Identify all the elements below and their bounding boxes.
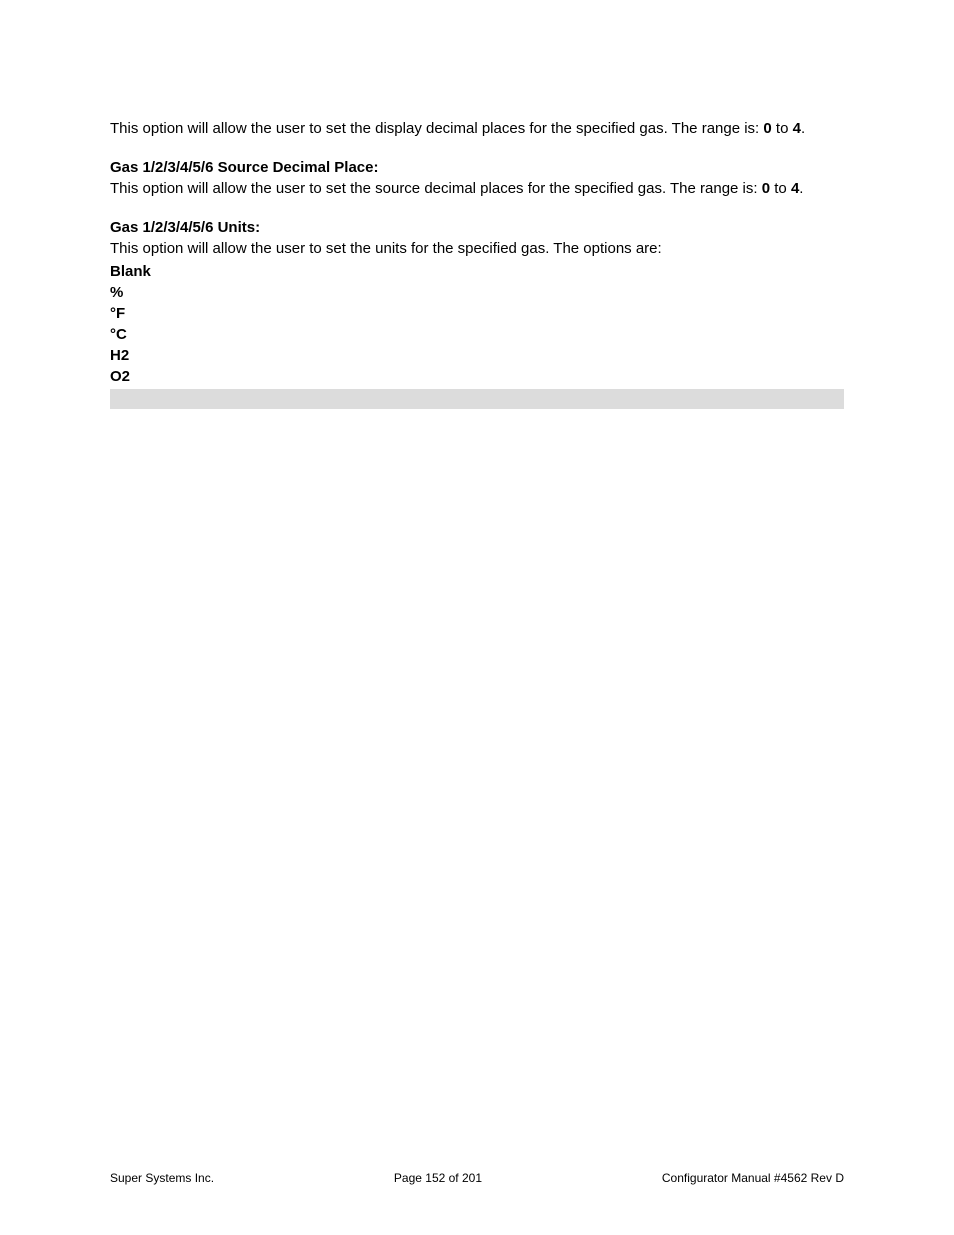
range-min-value: 0 — [763, 120, 771, 137]
footer-company: Super Systems Inc. — [110, 1171, 214, 1185]
range-min-value: 0 — [762, 180, 770, 197]
unit-option-fahrenheit: °F — [110, 303, 844, 324]
source-decimal-paragraph: This option will allow the user to set t… — [110, 178, 844, 199]
period: . — [801, 120, 805, 137]
footer-manual-ref: Configurator Manual #4562 Rev D — [662, 1171, 844, 1185]
range-to: to — [770, 180, 791, 197]
page-footer: Super Systems Inc. Page 152 of 201 Confi… — [110, 1171, 844, 1185]
units-heading: Gas 1/2/3/4/5/6 Units: — [110, 217, 844, 238]
footer-page-number: Page 152 of 201 — [394, 1171, 482, 1185]
unit-option-percent: % — [110, 282, 844, 303]
period: . — [799, 180, 803, 197]
display-decimal-paragraph: This option will allow the user to set t… — [110, 118, 844, 139]
display-decimal-text: This option will allow the user to set t… — [110, 120, 763, 137]
grey-bar — [110, 389, 844, 409]
units-intro: This option will allow the user to set t… — [110, 238, 844, 259]
range-to: to — [772, 120, 793, 137]
unit-option-o2: O2 — [110, 366, 844, 387]
unit-option-blank: Blank — [110, 261, 844, 282]
source-decimal-heading: Gas 1/2/3/4/5/6 Source Decimal Place: — [110, 157, 844, 178]
unit-option-celsius: °C — [110, 324, 844, 345]
range-max-value: 4 — [793, 120, 801, 137]
page-content: This option will allow the user to set t… — [0, 0, 954, 409]
unit-option-h2: H2 — [110, 345, 844, 366]
source-decimal-text: This option will allow the user to set t… — [110, 180, 762, 197]
units-list: Blank % °F °C H2 O2 — [110, 261, 844, 387]
